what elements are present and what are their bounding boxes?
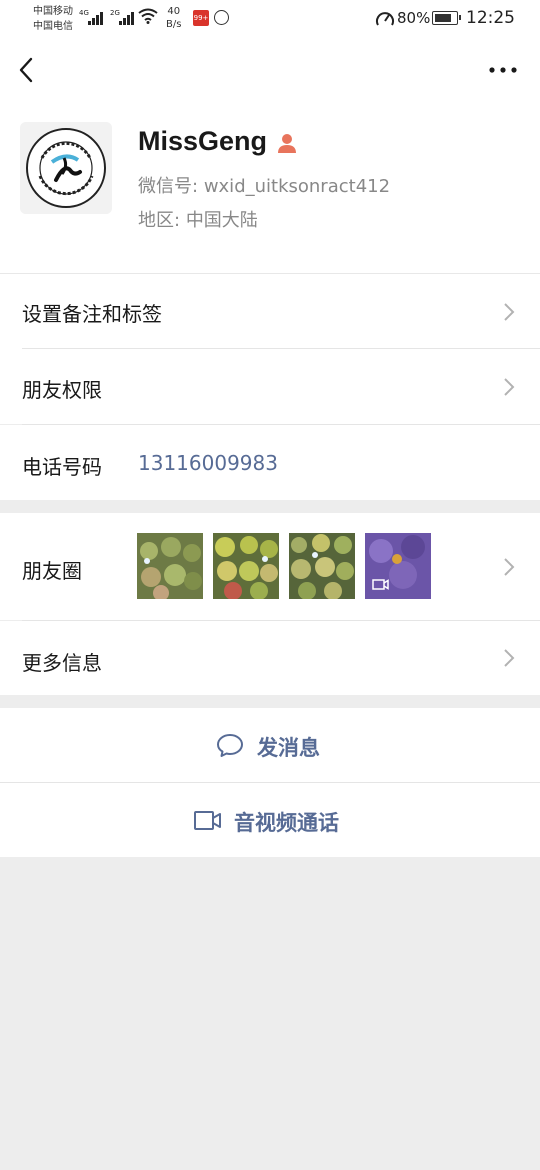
carrier-info: 中国移动 中国电信 [33,4,73,34]
send-message-label: 发消息 [257,736,320,760]
status-bar: 中国移动 中国电信 4G 2G 40 B/s 99+ 80% 12:25 [0,0,540,40]
voice-video-call-button[interactable]: 音视频通话 [0,783,540,857]
moments-photo-1 [137,533,203,599]
send-message-button[interactable]: 发消息 [0,708,540,782]
chevron-right-icon [504,558,515,576]
notification-app-icon [214,10,229,25]
network-speed: 40 B/s [166,5,181,31]
region-label: 地区: [138,210,181,231]
wechat-id-label: 微信号: [138,176,199,197]
video-camera-icon [194,811,221,830]
clock: 12:25 [466,8,515,28]
chevron-right-icon [504,303,515,321]
network-speed-unit: B/s [166,19,182,30]
wechat-id: 微信号: wxid_uitksonract412 [138,172,390,198]
signal-bars-1-icon [88,11,103,25]
avatar-logo-image [20,122,112,214]
nickname: MissGeng [138,126,268,156]
chat-bubble-icon [217,734,243,757]
wifi-icon [138,8,158,24]
moments-thumbnail [137,533,203,599]
top-nav [0,40,540,102]
row-more-info[interactable]: 更多信息 [0,621,540,695]
network-speed-value: 40 [167,6,181,17]
moments-thumbnail [213,533,279,599]
performance-gauge-icon [376,12,394,26]
carrier-2: 中国电信 [33,21,73,32]
voice-video-call-label: 音视频通话 [234,811,339,835]
carrier-1: 中国移动 [33,6,73,17]
chevron-right-icon [504,649,515,667]
row-label-moments: 朋友圈 [22,559,82,583]
signal-bars-2-icon [119,11,134,25]
chevron-right-icon [504,378,515,396]
profile-header: MissGeng 微信号: wxid_uitksonract412 地区: 中国… [0,102,540,273]
notification-app-badge: 99+ [193,10,209,26]
row-set-remark-tags[interactable]: 设置备注和标签 [0,274,540,349]
battery-icon [432,11,461,25]
battery-percent: 80% [397,9,431,27]
row-friend-permissions[interactable]: 朋友权限 [0,349,540,424]
region-value: 中国大陆 [185,210,258,231]
moments-thumbnail [365,533,431,599]
avatar[interactable] [20,122,112,214]
moments-video-4 [365,533,431,599]
wechat-id-value: wxid_uitksonract412 [203,176,391,197]
row-phone-number: 电话号码 13116009983 [0,425,540,500]
row-moments[interactable]: 朋友圈 [0,513,540,620]
moments-thumbnail [289,533,355,599]
moments-photo-3 [289,533,355,599]
row-label-more-info: 更多信息 [22,651,102,675]
battery-level-fill [434,13,451,22]
row-label-phone: 电话号码 [22,455,102,479]
back-chevron-icon[interactable] [16,56,38,84]
moments-photo-2 [213,533,279,599]
person-badge-icon [278,134,296,153]
row-label-permission: 朋友权限 [22,378,102,402]
more-dots-icon[interactable] [488,64,518,76]
phone-number-link[interactable]: 13116009983 [138,451,278,475]
region: 地区: 中国大陆 [138,206,258,232]
row-label-remark: 设置备注和标签 [22,302,162,326]
